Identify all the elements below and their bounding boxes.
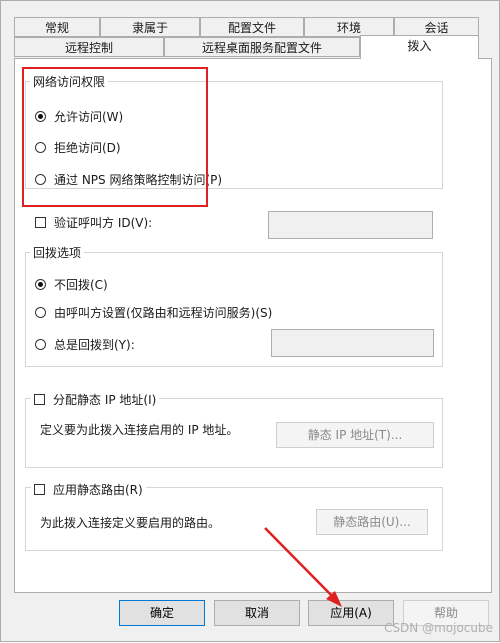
callback-title: 回拨选项 [30, 244, 85, 261]
tab-rds-profile[interactable]: 远程桌面服务配置文件 [164, 37, 360, 57]
checkbox-indicator [34, 394, 45, 405]
checkbox-label: 应用静态路由(R) [53, 483, 143, 497]
ok-button[interactable]: 确定 [119, 600, 205, 626]
checkbox-label: 分配静态 IP 地址(I) [53, 393, 157, 407]
static-routes-description: 为此拨入连接定义要启用的路由。 [40, 516, 221, 530]
radio-nps-control[interactable]: 通过 NPS 网络策略控制访问(P) [35, 171, 222, 188]
static-routes-button[interactable]: 静态路由(U)... [316, 509, 428, 535]
checkbox-label: 验证呼叫方 ID(V): [54, 216, 153, 230]
apply-button[interactable]: 应用(A) [308, 600, 394, 626]
radio-indicator [35, 111, 46, 122]
radio-indicator [35, 279, 46, 290]
static-ip-button[interactable]: 静态 IP 地址(T)... [276, 422, 434, 448]
radio-deny-access[interactable]: 拒绝访问(D) [35, 139, 121, 156]
tab-sessions[interactable]: 会话 [394, 17, 479, 37]
checkbox-indicator [34, 484, 45, 495]
radio-label: 不回拨(C) [54, 278, 108, 292]
checkbox-indicator [35, 217, 46, 228]
checkbox-static-ip[interactable]: 分配静态 IP 地址(I) [31, 391, 160, 408]
watermark: CSDN @mojocube [384, 621, 493, 635]
tab-remote-control[interactable]: 远程控制 [14, 37, 164, 57]
tab-profile[interactable]: 配置文件 [200, 17, 304, 37]
radio-label: 拒绝访问(D) [54, 141, 121, 155]
tab-dial-in[interactable]: 拨入 [360, 35, 479, 59]
radio-label: 由呼叫方设置(仅路由和远程访问服务)(S) [54, 306, 273, 320]
tab-general[interactable]: 常规 [14, 17, 100, 37]
radio-allow-access[interactable]: 允许访问(W) [35, 108, 123, 125]
caller-id-input[interactable] [268, 211, 433, 239]
radio-indicator [35, 142, 46, 153]
radio-indicator [35, 174, 46, 185]
network-access-title: 网络访问权限 [30, 73, 109, 90]
radio-no-callback[interactable]: 不回拨(C) [35, 276, 108, 293]
radio-always-callback[interactable]: 总是回拨到(Y): [35, 336, 135, 353]
callback-number-input[interactable] [271, 329, 434, 357]
tab-environment[interactable]: 环境 [304, 17, 394, 37]
radio-label: 允许访问(W) [54, 110, 124, 124]
radio-label: 总是回拨到(Y): [54, 338, 135, 352]
checkbox-static-routes[interactable]: 应用静态路由(R) [31, 481, 146, 498]
checkbox-verify-caller-id[interactable]: 验证呼叫方 ID(V): [35, 214, 152, 231]
radio-caller-set[interactable]: 由呼叫方设置(仅路由和远程访问服务)(S) [35, 304, 272, 321]
radio-indicator [35, 339, 46, 350]
radio-label: 通过 NPS 网络策略控制访问(P) [54, 173, 223, 187]
static-ip-description: 定义要为此拨入连接启用的 IP 地址。 [40, 423, 239, 437]
tab-member-of[interactable]: 隶属于 [100, 17, 200, 37]
properties-dialog: 常规 隶属于 配置文件 环境 会话 远程控制 远程桌面服务配置文件 拨入 网络访… [0, 0, 500, 642]
cancel-button[interactable]: 取消 [214, 600, 300, 626]
radio-indicator [35, 307, 46, 318]
